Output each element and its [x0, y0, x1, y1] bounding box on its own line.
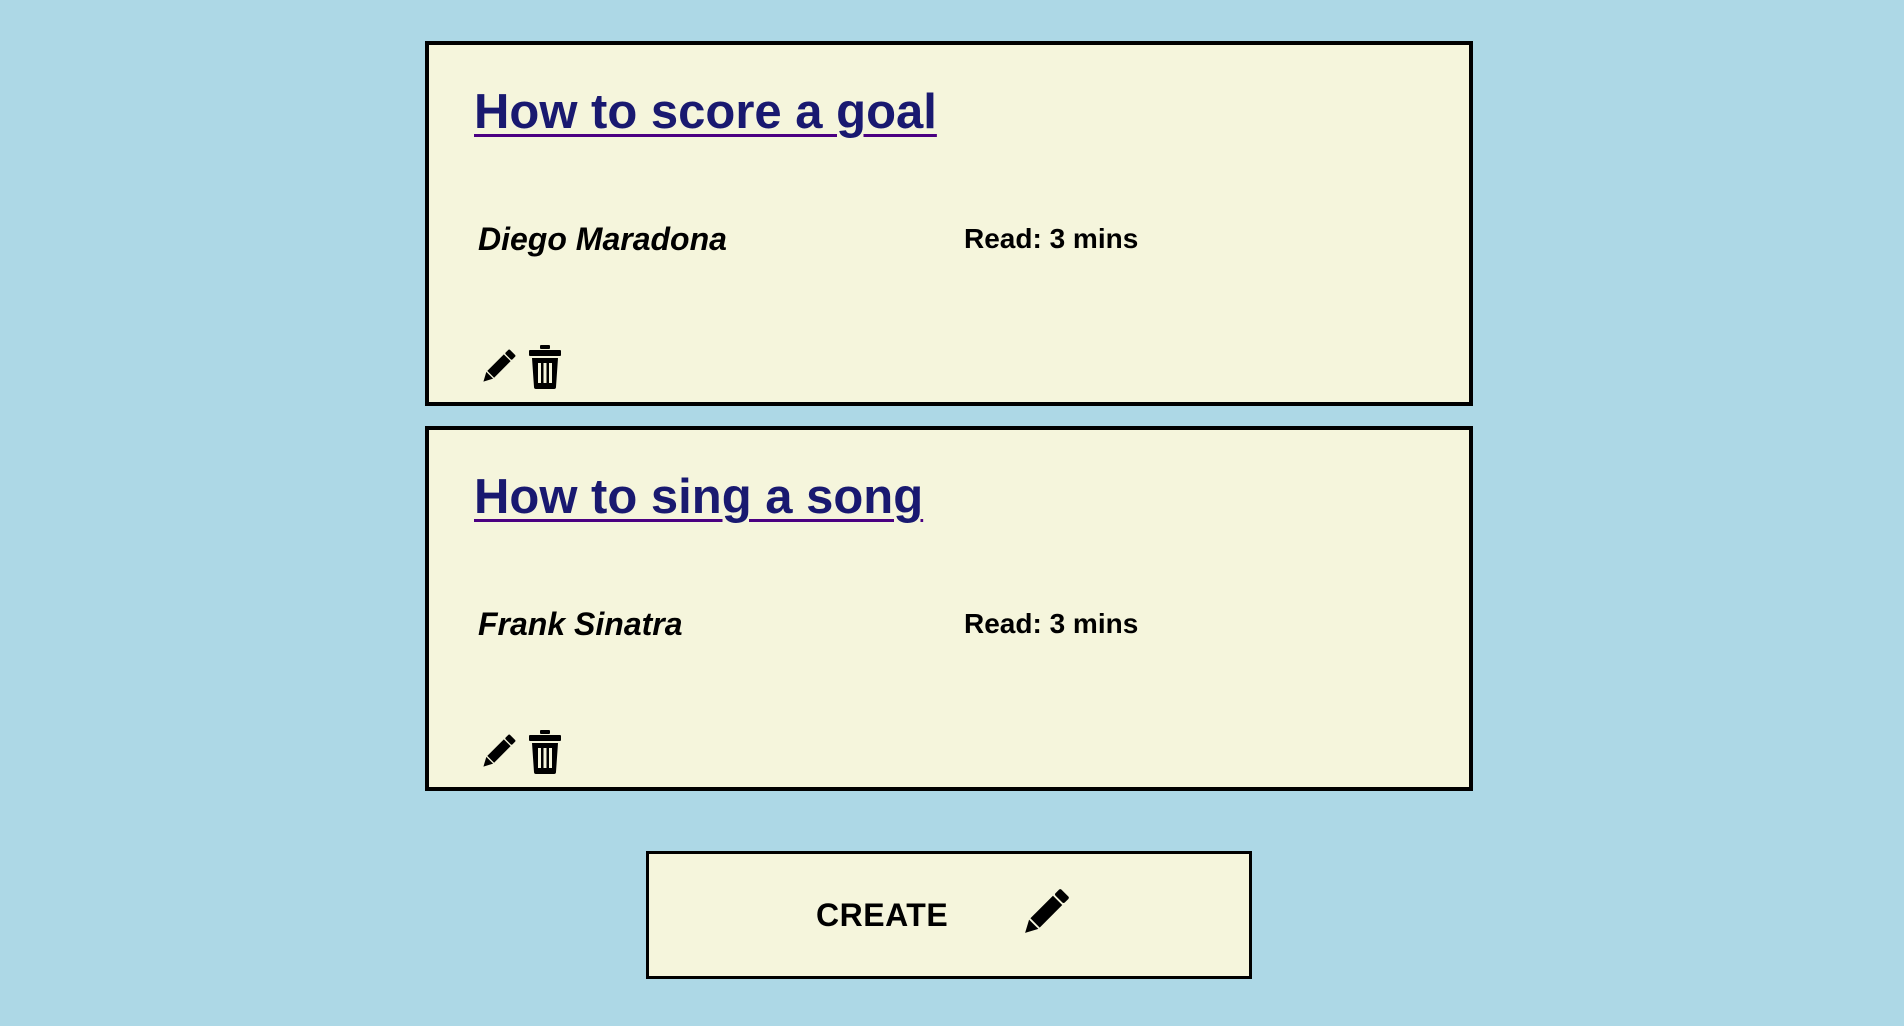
post-title-link[interactable]: How to sing a song [474, 469, 923, 525]
delete-post-button[interactable] [528, 730, 562, 774]
post-list: How to score a goal Diego Maradona Read:… [425, 41, 1473, 811]
trash-icon [529, 730, 561, 774]
post-title-link[interactable]: How to score a goal [474, 84, 937, 140]
post-author: Diego Maradona [478, 221, 727, 257]
create-button-label: CREATE [816, 897, 949, 933]
post-read-time: Read: 3 mins [964, 223, 1139, 254]
pencil-icon [1015, 883, 1075, 943]
edit-post-button[interactable] [476, 345, 520, 389]
edit-post-button[interactable] [476, 730, 520, 774]
post-author: Frank Sinatra [478, 606, 683, 642]
post-read-time: Read: 3 mins [964, 608, 1139, 639]
post-actions [476, 344, 562, 390]
pencil-icon [483, 349, 516, 382]
post-card: How to sing a song Frank Sinatra Read: 3… [425, 426, 1473, 791]
delete-post-button[interactable] [528, 345, 562, 389]
trash-icon [529, 345, 561, 389]
pencil-icon [483, 734, 516, 767]
post-actions [476, 729, 562, 775]
post-card: How to score a goal Diego Maradona Read:… [425, 41, 1473, 406]
create-post-button[interactable]: CREATE [646, 851, 1252, 979]
